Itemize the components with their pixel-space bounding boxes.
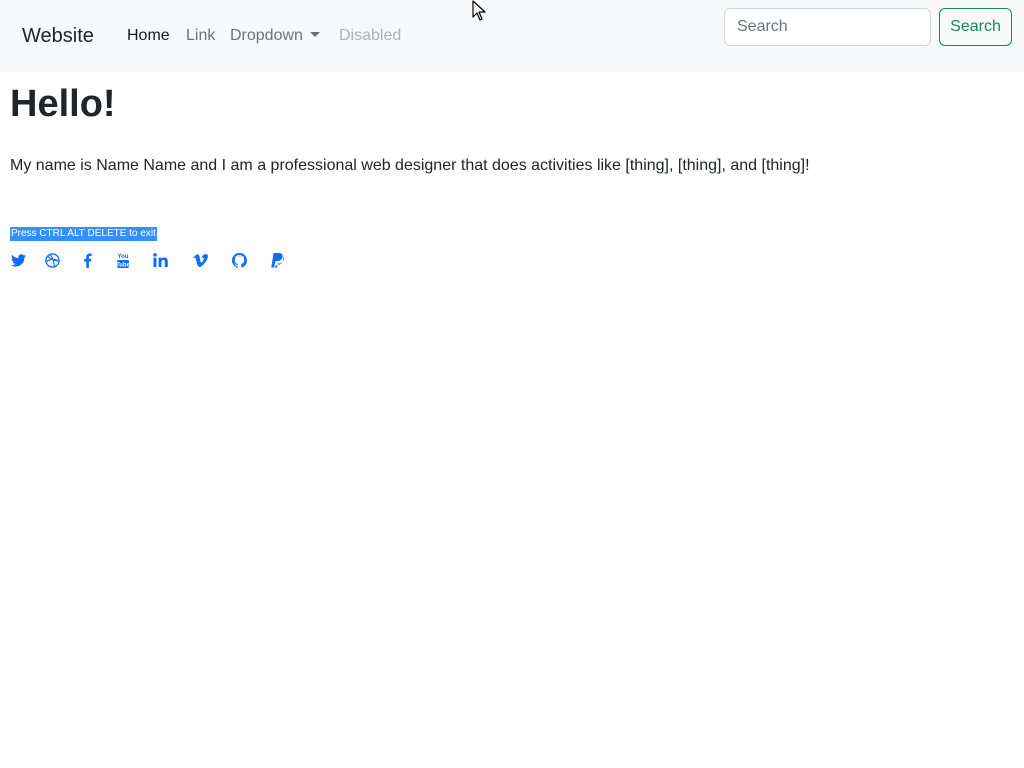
caret-down-icon bbox=[309, 32, 320, 37]
nav-disabled-link: Disabled bbox=[339, 27, 402, 44]
facebook-icon[interactable] bbox=[76, 250, 98, 270]
github-icon[interactable] bbox=[228, 250, 250, 270]
page-heading: Hello! bbox=[10, 83, 116, 125]
selected-text: Press CTRL ALT DELETE to exit bbox=[10, 227, 157, 241]
nav-home-link[interactable]: Home bbox=[127, 26, 170, 46]
navbar: Website Home Link Dropdown Disabled Sear… bbox=[0, 0, 1024, 72]
svg-text:You: You bbox=[118, 254, 129, 260]
twitter-icon[interactable] bbox=[7, 250, 29, 270]
linkedin-icon[interactable] bbox=[149, 250, 171, 270]
search-button[interactable]: Search bbox=[939, 8, 1012, 46]
intro-paragraph: My name is Name Name and I am a professi… bbox=[10, 157, 810, 174]
nav-dropdown-toggle[interactable]: Dropdown bbox=[230, 26, 320, 46]
nav-dropdown-label: Dropdown bbox=[230, 27, 303, 44]
vimeo-icon[interactable] bbox=[189, 250, 211, 270]
search-input[interactable] bbox=[724, 8, 931, 46]
dribbble-icon[interactable] bbox=[41, 250, 63, 270]
youtube-icon[interactable]: You Tube bbox=[112, 250, 134, 270]
brand-link[interactable]: Website bbox=[22, 24, 94, 48]
mouse-pointer-icon bbox=[472, 0, 486, 26]
nav-link-link[interactable]: Link bbox=[186, 26, 215, 46]
paypal-icon[interactable] bbox=[266, 250, 288, 270]
svg-text:Tube: Tube bbox=[116, 262, 130, 268]
